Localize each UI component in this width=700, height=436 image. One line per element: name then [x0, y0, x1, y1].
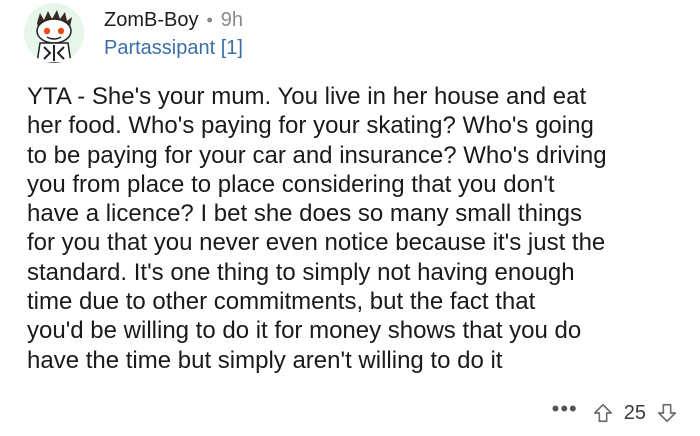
- meta-separator: •: [206, 10, 213, 30]
- vote-score: 25: [623, 402, 646, 424]
- username[interactable]: ZomB-Boy: [104, 8, 198, 32]
- comment-body: YTA - She's your mum. You live in her ho…: [27, 83, 607, 374]
- meta-row: ZomB-Boy • 9h: [104, 8, 243, 32]
- more-options-icon[interactable]: •••: [552, 398, 578, 420]
- user-flair: Partassipant [1]: [104, 37, 243, 59]
- comment-header: ZomB-Boy • 9h Partassipant [1]: [104, 8, 243, 60]
- downvote-arrow-icon[interactable]: [656, 402, 678, 424]
- avatar[interactable]: [24, 3, 84, 63]
- upvote-arrow-icon[interactable]: [592, 402, 614, 424]
- timestamp: 9h: [220, 9, 244, 31]
- vote-controls: 25: [592, 401, 678, 425]
- snoo-avatar-icon: [24, 3, 84, 63]
- comment-actions: ••• 25: [552, 398, 678, 425]
